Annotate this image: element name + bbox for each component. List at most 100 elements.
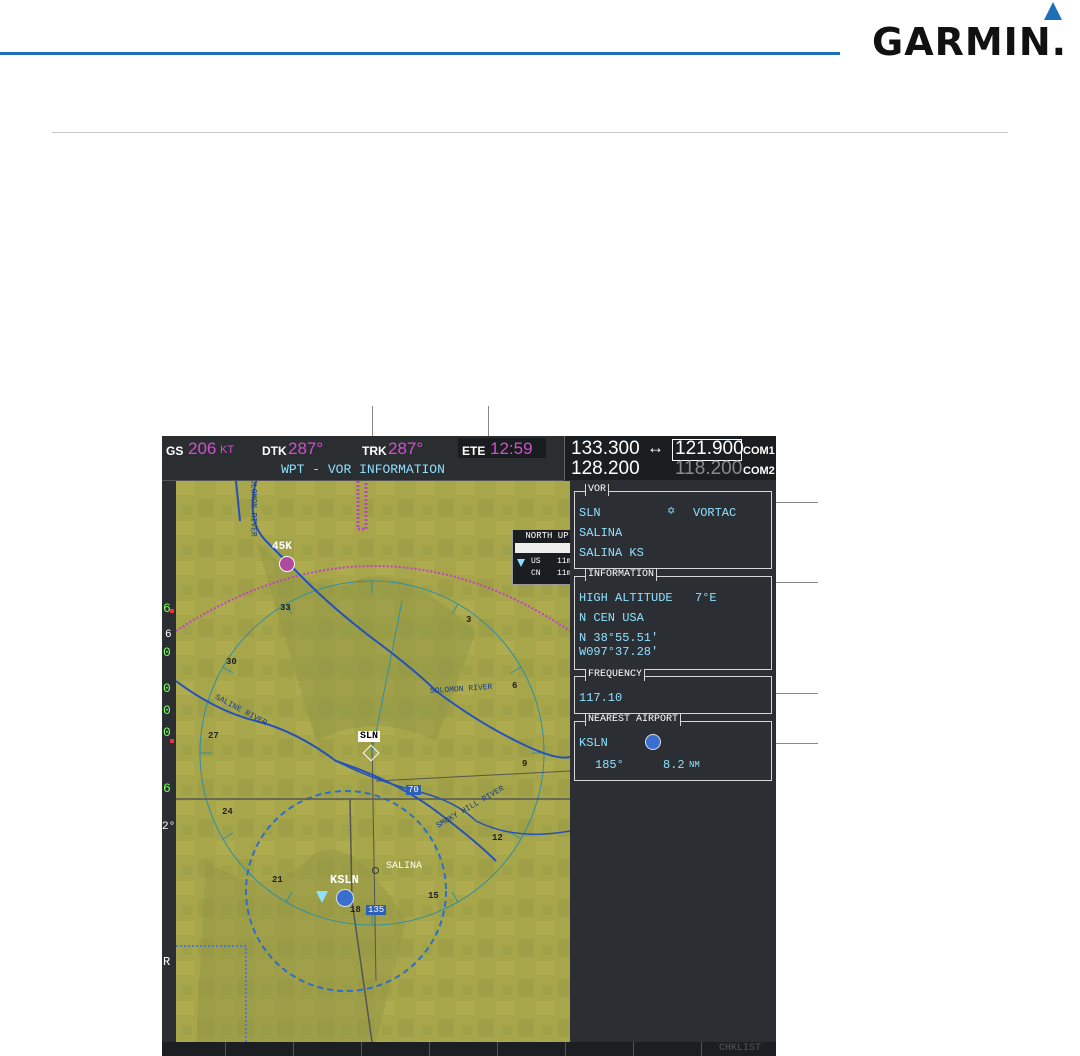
compass-label-9: 9 [522,759,528,769]
moving-map[interactable]: 45K SLN KSLN SALINA 70 135 SOLOMON RIVER… [176,481,570,1042]
ete-field: ETE 12:59 [458,438,546,458]
softkey-3[interactable] [294,1042,362,1056]
legend-cn-value: 11m [557,569,570,578]
nav-status-bar: GS 206 KT DTK 287° TRK 287° ETE 12:59 WP… [162,436,564,481]
nearest-airport-distance-unit: NM [689,760,700,770]
runway-wind-icon [316,891,328,903]
com-radio-panel: 133.300 ↔ 121.900 COM1 128.200 118.200 C… [564,436,776,480]
compass-label-24: 24 [222,807,233,817]
nearest-airport-bearing: 185° [595,758,624,772]
wind-legend-icon [517,559,525,567]
legend-cn-label: CN [531,569,541,578]
compass-label-3: 3 [466,615,472,625]
vor-latitude: N 38°55.51' [579,631,659,645]
strip-value-8: 2° [162,821,176,833]
compass-label-15: 15 [428,891,439,901]
vor-type: VORTAC [693,506,737,520]
frequency-box: FREQUENCY 117.10 [574,669,772,714]
strip-value-4: 0 [163,681,171,696]
waypoint-info-panel: VOR SLN ✡ VORTAC SALINA SALINA KS INFORM… [570,481,776,1042]
vortac-symbol-icon: ✡ [667,506,676,517]
callout-line-vor-box [772,502,818,503]
compass-label-33: 33 [280,603,291,613]
strip-value-5: 0 [163,703,171,718]
compass-label-6: 6 [512,681,518,691]
vor-longitude: W097°37.28' [579,645,659,659]
ete-label: ETE [462,444,486,458]
com1-active-frequency[interactable]: 133.300 [571,438,640,460]
strip-value-7: 6 [163,781,171,796]
compass-label-12: 12 [492,833,503,843]
callout-line-info-box [772,582,818,583]
softkey-5[interactable] [430,1042,498,1056]
dtk-label: DTK [262,444,287,458]
north-up-label: NORTH UP [525,531,569,541]
garmin-delta-logo-icon [1044,2,1062,20]
gs-label: GS [166,444,184,458]
interstate-135-shield: 135 [366,905,387,915]
trk-label: TRK [362,444,387,458]
information-box-title: INFORMATION [585,569,658,581]
garmin-logo: GARMIN. [872,20,1068,64]
com1-standby-frequency[interactable]: 121.900 [675,438,744,460]
softkey-1[interactable] [162,1042,226,1056]
vor-sln-label: SLN [358,731,381,742]
swap-arrow-icon[interactable]: ↔ [647,438,664,458]
com2-standby-frequency[interactable]: 118.200 [675,458,742,480]
section-divider [52,132,1008,133]
com2-active-frequency[interactable]: 128.200 [571,458,640,480]
legend-us-label: US [531,557,541,566]
gs-value: 206 [188,439,217,458]
left-edge-strip: 6 6 0 0 0 0 6 2° R [162,481,176,1056]
vor-box-title: VOR [585,484,610,496]
strip-value-9: R [163,955,171,969]
mfd-display: GS 206 KT DTK 287° TRK 287° ETE 12:59 WP… [162,436,776,1056]
information-box: INFORMATION HIGH ALTITUDE 7°E N CEN USA … [574,569,772,670]
nearest-airport-box: NEAREST AIRPORT KSLN 185° 8.2 NM [574,714,772,781]
nearest-airport-box-title: NEAREST AIRPORT [585,714,682,726]
orientation-bar [515,543,570,553]
ete-value: 12:59 [490,439,533,458]
waypoint-45k-label: 45K [272,541,292,553]
softkey-8[interactable] [634,1042,702,1056]
com1-label: COM1 [743,445,775,457]
gs-unit: KT [220,444,235,456]
vor-class: HIGH ALTITUDE [579,591,673,605]
strip-red-marker [170,609,174,613]
strip-value-6: 0 [163,725,171,740]
vor-region: N CEN USA [579,611,644,625]
map-orientation-legend[interactable]: NORTH UP US 11m CN 11m [512,529,570,585]
compass-label-18: 18 [350,905,361,915]
softkey-bar: CHKLIST [162,1042,776,1056]
dtk-value: 287° [288,439,324,458]
softkey-6[interactable] [498,1042,566,1056]
softkey-7[interactable] [566,1042,634,1056]
softkey-2[interactable] [226,1042,294,1056]
compass-label-21: 21 [272,875,283,885]
vor-city: SALINA KS [579,546,644,560]
vor-frequency[interactable]: 117.10 [579,691,622,705]
compass-label-27: 27 [208,731,219,741]
airport-icon [645,734,661,750]
map-graphic [176,481,570,1042]
vor-facility-name: SALINA [579,526,623,540]
vor-ident[interactable]: SLN [579,506,601,520]
callout-line-freq-box [772,693,818,694]
nearest-airport-ident[interactable]: KSLN [579,736,608,750]
interstate-70-shield: 70 [406,785,421,795]
strip-value-2: 6 [165,629,172,641]
legend-us-value: 11m [557,557,570,566]
trk-value: 287° [388,439,424,458]
city-icon [372,867,379,874]
strip-value-3: 0 [163,645,171,660]
airport-ksln-label: KSLN [330,873,359,887]
softkey-4[interactable] [362,1042,430,1056]
airport-45k-icon[interactable] [279,556,295,572]
softkey-checklist[interactable]: CHKLIST [706,1042,774,1056]
city-salina-label: SALINA [386,861,423,872]
com2-label: COM2 [743,465,775,477]
header-rule [0,52,840,55]
nearest-airport-distance: 8.2 [663,758,685,772]
magnetic-variation: 7°E [695,591,717,605]
compass-label-30: 30 [226,657,237,667]
